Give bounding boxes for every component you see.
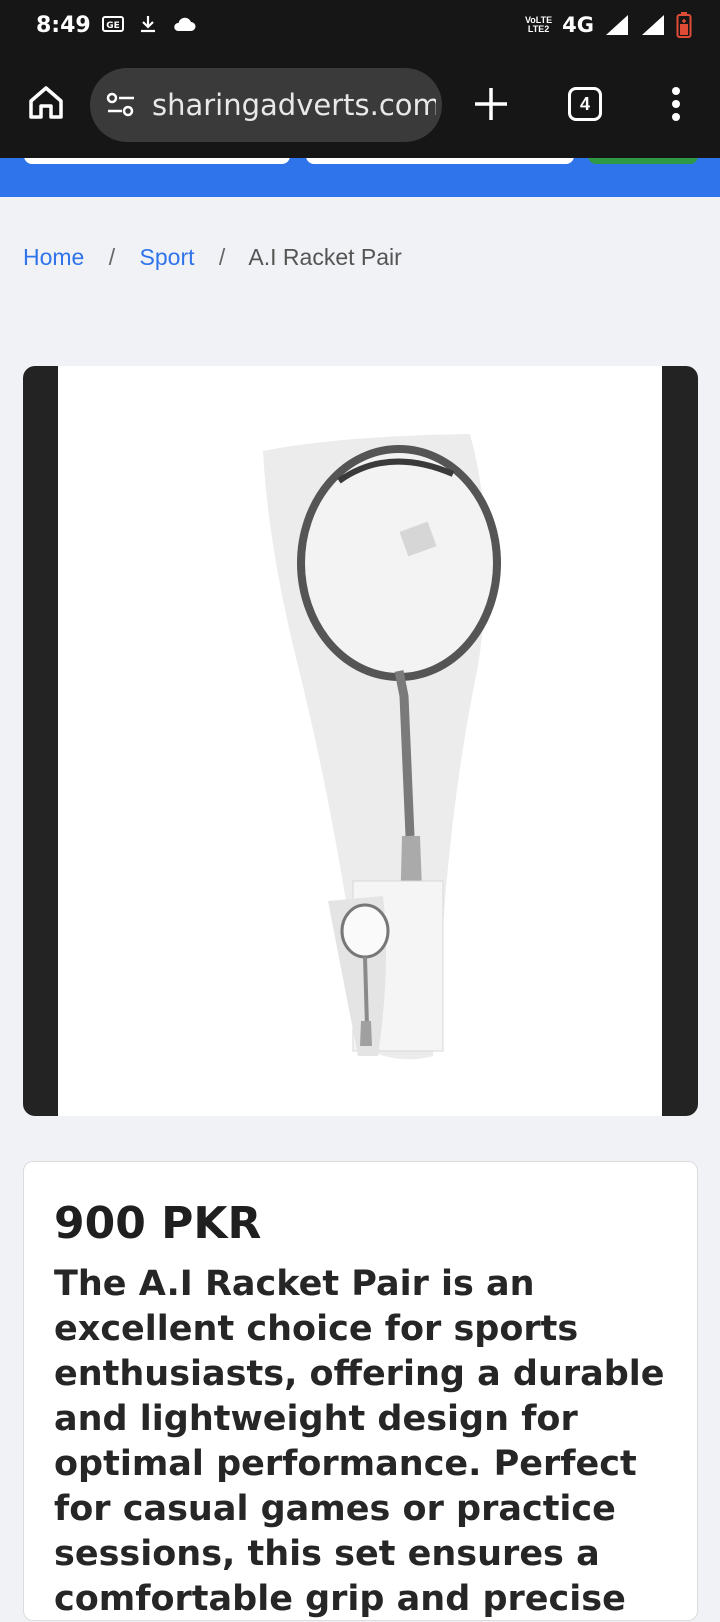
tab-switcher-button[interactable]: 4 xyxy=(568,87,602,121)
product-description: The A.I Racket Pair is an excellent choi… xyxy=(54,1264,665,1619)
signal-icon xyxy=(642,15,664,35)
product-info-card: 900 PKR The A.I Racket Pair is an excell… xyxy=(23,1161,698,1621)
header-location-field[interactable] xyxy=(306,158,574,164)
breadcrumb-separator: / xyxy=(218,244,226,270)
product-image[interactable] xyxy=(58,366,662,1116)
cloud-icon xyxy=(174,17,196,31)
breadcrumb-home-link[interactable]: Home xyxy=(23,244,84,270)
breadcrumb-current: A.I Racket Pair xyxy=(248,244,402,270)
product-price: 900 PKR xyxy=(54,1198,262,1249)
breadcrumb-category-link[interactable]: Sport xyxy=(140,244,195,270)
browser-toolbar: sharingadverts.com/ 4 xyxy=(0,52,720,158)
breadcrumb-separator: / xyxy=(108,244,116,270)
plus-icon[interactable] xyxy=(472,85,510,123)
status-time: 8:49 xyxy=(36,13,91,38)
gallery-icon: GE xyxy=(102,16,124,32)
site-header xyxy=(0,158,720,197)
more-vert-icon[interactable] xyxy=(660,84,692,124)
signal-icon xyxy=(606,15,628,35)
home-icon[interactable] xyxy=(26,82,66,122)
header-action-button[interactable] xyxy=(588,158,698,164)
header-search-field[interactable] xyxy=(24,158,290,164)
product-gallery[interactable] xyxy=(23,366,698,1116)
network-type: 4G xyxy=(562,13,594,37)
site-settings-icon[interactable] xyxy=(106,92,136,118)
racket-illustration xyxy=(263,434,501,1060)
download-icon xyxy=(141,16,155,33)
volte-sim-label: LTE2 xyxy=(527,24,550,34)
address-bar[interactable]: sharingadverts.com/ xyxy=(90,68,442,142)
status-bar: 8:49 GE VoLTE LTE2 4G xyxy=(0,0,720,52)
svg-text:GE: GE xyxy=(106,21,120,31)
volte-indicator: VoLTE LTE2 xyxy=(525,16,552,34)
breadcrumb: Home / Sport / A.I Racket Pair xyxy=(23,244,402,271)
status-notification-icons: GE xyxy=(102,14,196,34)
status-system-icons: VoLTE LTE2 4G xyxy=(525,12,692,38)
url-text[interactable]: sharingadverts.com/ xyxy=(152,88,436,122)
battery-icon xyxy=(676,12,692,38)
